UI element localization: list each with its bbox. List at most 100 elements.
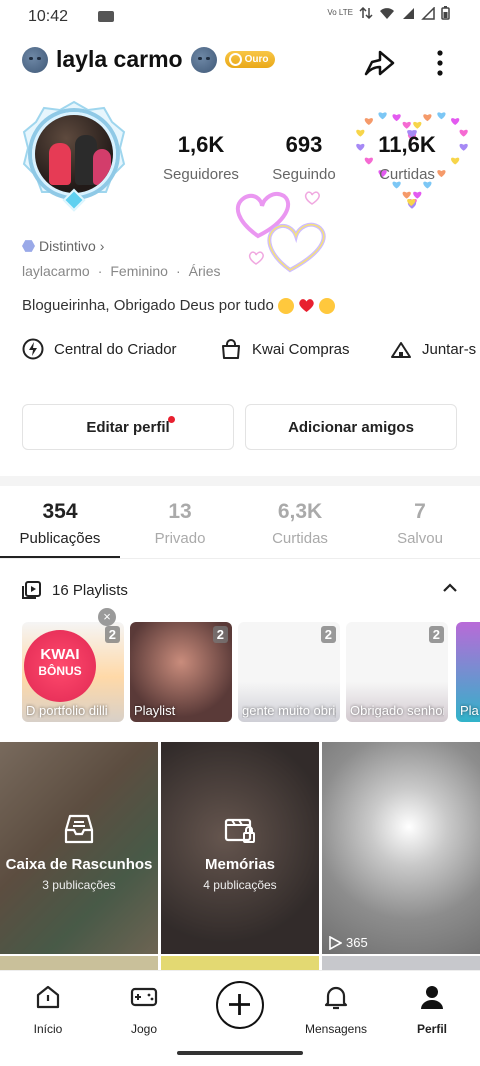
playlist-caption: Pla xyxy=(460,703,479,718)
kwai-shop-label: Kwai Compras xyxy=(252,340,350,358)
avatar[interactable] xyxy=(22,100,126,212)
nav-perfil[interactable]: Perfil xyxy=(392,983,472,1036)
following-stat[interactable]: 693 Seguindo xyxy=(262,132,346,183)
playlists-header[interactable]: 16 Playlists xyxy=(22,580,128,600)
home-indicator xyxy=(177,1051,303,1055)
camera-icon xyxy=(98,11,114,22)
memories-icon xyxy=(224,818,255,843)
chevron-up-icon[interactable] xyxy=(442,580,458,596)
followers-stat[interactable]: 1,6K Seguidores xyxy=(156,132,246,183)
person-icon xyxy=(421,986,443,1009)
neon-hearts-decoration xyxy=(235,191,326,273)
memories-tile[interactable]: Memórias 4 publicações xyxy=(161,742,319,954)
playlist-count: 2 xyxy=(212,626,228,643)
tab-salvou[interactable]: 7 Salvou xyxy=(360,500,480,547)
nav-label: Jogo xyxy=(130,1022,158,1036)
home-icon xyxy=(36,985,60,1009)
nav-label: Perfil xyxy=(416,1022,447,1036)
status-time: 10:42 xyxy=(28,8,69,25)
gender: Feminino xyxy=(110,263,168,279)
distintivo-label: Distintivo xyxy=(39,238,96,254)
kwai-shop-link[interactable]: Kwai Compras xyxy=(220,338,350,360)
creator-center-label: Central do Criador xyxy=(54,340,177,358)
tab-count: 7 xyxy=(414,500,426,523)
tab-count: 13 xyxy=(168,500,192,523)
signal-empty-icon xyxy=(421,6,435,20)
playlist-card[interactable]: 2 Obrigado senhor mais xyxy=(346,622,448,722)
video-thumbnail xyxy=(322,956,480,970)
kwai-badge-title: KWAI xyxy=(40,646,80,663)
data-arrows-icon xyxy=(359,7,373,19)
handle: laylacarmo xyxy=(22,263,90,279)
nav-mensagens[interactable]: Mensagens xyxy=(296,983,376,1036)
profile-header: layla carmo Ouro xyxy=(22,46,276,73)
followers-count: 1,6K xyxy=(177,132,225,157)
play-icon xyxy=(329,935,342,950)
signal-icon xyxy=(403,7,414,19)
small-heart-icon xyxy=(423,114,432,122)
heart-eyes-emoji-icon xyxy=(318,297,335,314)
separator: · xyxy=(97,263,103,279)
tab-count: 6,3K xyxy=(277,500,323,523)
small-heart-icon xyxy=(402,191,411,199)
edit-profile-button[interactable]: Editar perfil xyxy=(22,404,234,450)
tab-publicacoes[interactable]: 354 Publicações xyxy=(0,500,120,547)
play-count: 365 xyxy=(328,935,368,950)
drafts-tile[interactable]: Caixa de Rascunhos 3 publicações xyxy=(0,742,158,954)
battery-icon xyxy=(441,6,450,20)
wifi-icon xyxy=(380,7,394,19)
creator-center-link[interactable]: Central do Criador xyxy=(22,338,177,360)
add-friends-button[interactable]: Adicionar amigos xyxy=(245,404,457,450)
playlist-card[interactable]: 2 gente muito obrigado por xyxy=(238,622,340,722)
share-icon[interactable] xyxy=(362,48,396,78)
playlist-card[interactable]: KWAI BÔNUS 2 D portfolio dilli xyxy=(22,622,124,722)
nav-inicio[interactable]: Início xyxy=(8,983,88,1036)
small-heart-icon xyxy=(459,143,468,151)
volte-label: Vo LTE xyxy=(327,8,353,17)
playlist-caption: Playlist xyxy=(134,703,176,718)
memories-title: Memórias xyxy=(204,856,276,873)
create-post-button[interactable] xyxy=(216,981,264,1029)
emoji-face-icon xyxy=(22,46,48,73)
avatar-photo xyxy=(32,112,116,196)
tab-label: Salvou xyxy=(397,530,443,547)
tab-curtidas[interactable]: 6,3K Curtidas xyxy=(240,500,360,547)
playlist-caption: Obrigado senhor mais xyxy=(350,703,444,718)
drafts-count: 3 publicações xyxy=(42,878,116,892)
playlist-card[interactable]: 2 Playlist xyxy=(130,622,232,722)
shopping-bag-icon xyxy=(222,339,240,359)
inbox-icon xyxy=(64,814,94,844)
tent-icon xyxy=(391,342,411,358)
playlist-card[interactable]: Pla xyxy=(456,622,480,722)
small-heart-icon xyxy=(437,112,446,120)
playlist-caption: D portfolio dilli xyxy=(26,703,108,718)
nav-jogo[interactable]: Jogo xyxy=(104,983,184,1036)
tabs-divider xyxy=(0,558,480,559)
more-options-icon[interactable] xyxy=(430,48,450,78)
kwai-badge-sub: BÔNUS xyxy=(38,664,82,678)
close-icon[interactable]: × xyxy=(98,608,116,626)
playlist-icon xyxy=(22,581,41,599)
video-tile[interactable]: 365 xyxy=(322,742,480,954)
likes-stat[interactable]: 11,6K Curtidas xyxy=(364,132,450,183)
edit-profile-label: Editar perfil xyxy=(86,418,170,436)
username: layla carmo xyxy=(56,46,183,72)
zodiac: Áries xyxy=(188,263,221,279)
separator: · xyxy=(175,263,181,279)
likes-count: 11,6K xyxy=(378,132,436,157)
gamepad-icon xyxy=(130,987,158,1007)
plus-icon xyxy=(229,994,250,1015)
gold-badge[interactable]: Ouro xyxy=(224,51,276,68)
join-label: Juntar-s xyxy=(422,340,477,358)
playlist-count: 2 xyxy=(320,626,336,643)
small-heart-icon xyxy=(378,112,387,120)
small-heart-icon xyxy=(413,121,422,129)
distintivo-link[interactable]: Distintivo › xyxy=(22,238,104,254)
tab-privado[interactable]: 13 Privado xyxy=(120,500,240,547)
section-divider xyxy=(0,476,480,486)
playlist-caption: gente muito obrigado por xyxy=(242,703,336,718)
join-link[interactable]: Juntar-s xyxy=(390,338,476,360)
following-label: Seguindo xyxy=(272,166,336,183)
red-heart-icon xyxy=(299,299,314,312)
drafts-title: Caixa de Rascunhos xyxy=(5,856,153,873)
